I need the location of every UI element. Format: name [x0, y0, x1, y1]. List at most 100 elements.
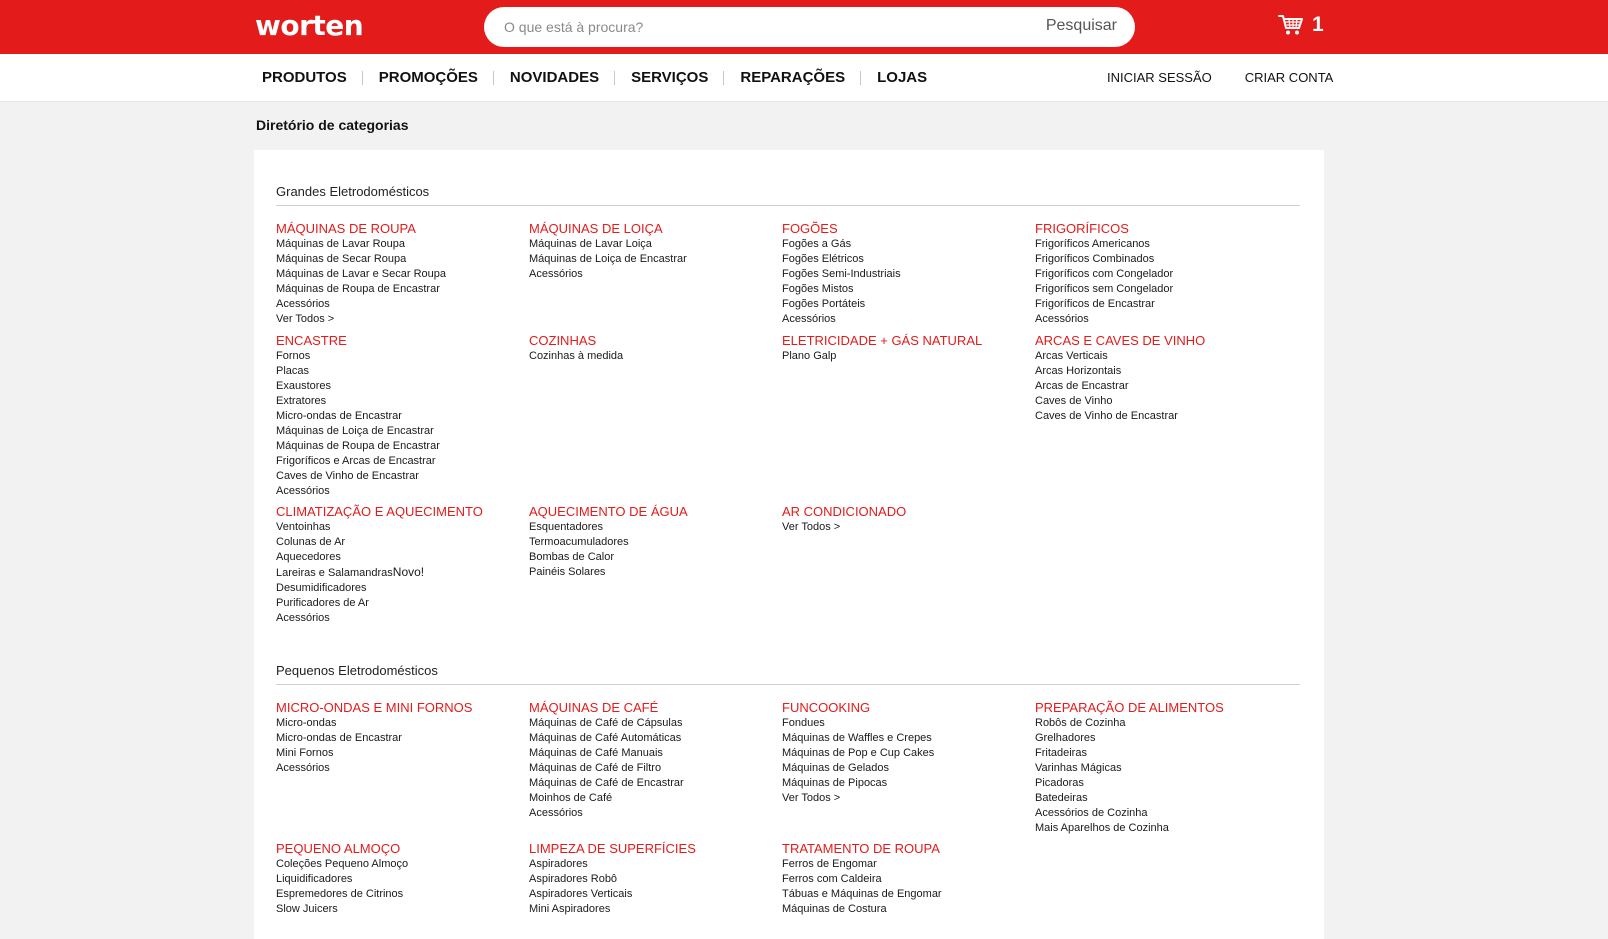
- category-link[interactable]: Máquinas de Pop e Cup Cakes: [782, 746, 1032, 761]
- category-heading-micro-ondas-e-mini-fornos[interactable]: MICRO-ONDAS E MINI FORNOS: [276, 699, 526, 716]
- category-link[interactable]: Máquinas de Café de Filtro: [529, 761, 779, 776]
- category-heading-maquinas-de-cafe[interactable]: MÁQUINAS DE CAFÉ: [529, 699, 779, 716]
- category-link[interactable]: Exaustores: [276, 379, 526, 394]
- category-link[interactable]: Máquinas de Loiça de Encastrar: [529, 252, 779, 267]
- category-link[interactable]: Máquinas de Lavar Roupa: [276, 237, 526, 252]
- category-heading-aquecimento-de-agua[interactable]: AQUECIMENTO DE ÁGUA: [529, 503, 779, 520]
- worten-logo[interactable]: worten: [255, 9, 364, 42]
- category-link[interactable]: Máquinas de Café de Cápsulas: [529, 716, 779, 731]
- category-link[interactable]: Frigoríficos Americanos: [1035, 237, 1285, 252]
- category-link[interactable]: Plano Galp: [782, 349, 1032, 364]
- category-link[interactable]: Lareiras e SalamandrasNovo!: [276, 565, 526, 581]
- category-link[interactable]: Arcas Horizontais: [1035, 364, 1285, 379]
- category-link[interactable]: Placas: [276, 364, 526, 379]
- category-heading-encastre[interactable]: ENCASTRE: [276, 332, 526, 349]
- cart-button[interactable]: 1: [1278, 12, 1338, 42]
- category-link[interactable]: Frigoríficos de Encastrar: [1035, 297, 1285, 312]
- category-link[interactable]: Caves de Vinho: [1035, 394, 1285, 409]
- category-link[interactable]: Fondues: [782, 716, 1032, 731]
- category-link[interactable]: Mini Aspiradores: [529, 902, 779, 917]
- nav-lojas[interactable]: LOJAS: [877, 69, 927, 86]
- nav-servicos[interactable]: SERVIÇOS: [631, 69, 708, 86]
- category-link[interactable]: Máquinas de Café Manuais: [529, 746, 779, 761]
- category-link[interactable]: Varinhas Mágicas: [1035, 761, 1285, 776]
- category-link[interactable]: Acessórios: [276, 484, 526, 499]
- category-link[interactable]: Micro-ondas de Encastrar: [276, 409, 526, 424]
- category-link[interactable]: Esquentadores: [529, 520, 779, 535]
- category-link[interactable]: Coleções Pequeno Almoço: [276, 857, 526, 872]
- category-link[interactable]: Máquinas de Secar Roupa: [276, 252, 526, 267]
- category-link[interactable]: Máquinas de Lavar Loiça: [529, 237, 779, 252]
- category-link[interactable]: Ver Todos >: [276, 312, 526, 327]
- category-link[interactable]: Frigoríficos e Arcas de Encastrar: [276, 454, 526, 469]
- category-link[interactable]: Aspiradores: [529, 857, 779, 872]
- category-link[interactable]: Máquinas de Café de Encastrar: [529, 776, 779, 791]
- login-link[interactable]: INICIAR SESSÃO: [1107, 70, 1212, 85]
- category-link[interactable]: Fritadeiras: [1035, 746, 1285, 761]
- category-link[interactable]: Máquinas de Pipocas: [782, 776, 1032, 791]
- category-link[interactable]: Acessórios: [1035, 312, 1285, 327]
- category-link[interactable]: Aspiradores Verticais: [529, 887, 779, 902]
- category-link[interactable]: Grelhadores: [1035, 731, 1285, 746]
- category-link[interactable]: Máquinas de Roupa de Encastrar: [276, 439, 526, 454]
- category-link[interactable]: Acessórios: [276, 761, 526, 776]
- nav-novidades[interactable]: NOVIDADES: [510, 69, 599, 86]
- category-link[interactable]: Arcas de Encastrar: [1035, 379, 1285, 394]
- category-link[interactable]: Máquinas de Gelados: [782, 761, 1032, 776]
- category-heading-funcooking[interactable]: FUNCOOKING: [782, 699, 1032, 716]
- category-link[interactable]: Espremedores de Citrinos: [276, 887, 526, 902]
- category-link[interactable]: Termoacumuladores: [529, 535, 779, 550]
- category-link[interactable]: Fogões Portáteis: [782, 297, 1032, 312]
- category-link[interactable]: Frigoríficos com Congelador: [1035, 267, 1285, 282]
- category-heading-pequeno-almoco[interactable]: PEQUENO ALMOÇO: [276, 840, 526, 857]
- category-link[interactable]: Ver Todos >: [782, 520, 1032, 535]
- category-link[interactable]: Micro-ondas de Encastrar: [276, 731, 526, 746]
- nav-reparacoes[interactable]: REPARAÇÕES: [740, 69, 845, 86]
- category-heading-climatizacao-e-aquecimento[interactable]: CLIMATIZAÇÃO E AQUECIMENTO: [276, 503, 526, 520]
- category-link[interactable]: Arcas Verticais: [1035, 349, 1285, 364]
- category-link[interactable]: Ferros de Engomar: [782, 857, 1032, 872]
- category-link[interactable]: Cozinhas à medida: [529, 349, 779, 364]
- category-link[interactable]: Liquidificadores: [276, 872, 526, 887]
- search-input[interactable]: [504, 17, 1004, 37]
- category-link[interactable]: Ventoinhas: [276, 520, 526, 535]
- category-link[interactable]: Fogões Elétricos: [782, 252, 1032, 267]
- category-link[interactable]: Aquecedores: [276, 550, 526, 565]
- category-heading-maquinas-de-roupa[interactable]: MÁQUINAS DE ROUPA: [276, 220, 526, 237]
- category-link[interactable]: Mais Aparelhos de Cozinha: [1035, 821, 1285, 836]
- category-link[interactable]: Mini Fornos: [276, 746, 526, 761]
- category-link[interactable]: Frigoríficos sem Congelador: [1035, 282, 1285, 297]
- category-link[interactable]: Colunas de Ar: [276, 535, 526, 550]
- category-link[interactable]: Acessórios de Cozinha: [1035, 806, 1285, 821]
- register-link[interactable]: CRIAR CONTA: [1245, 70, 1334, 85]
- nav-produtos[interactable]: PRODUTOS: [262, 69, 347, 86]
- category-heading-maquinas-de-loica[interactable]: MÁQUINAS DE LOIÇA: [529, 220, 779, 237]
- category-link[interactable]: Acessórios: [529, 806, 779, 821]
- category-heading-preparacao-de-alimentos[interactable]: PREPARAÇÃO DE ALIMENTOS: [1035, 699, 1285, 716]
- category-link[interactable]: Acessórios: [276, 297, 526, 312]
- category-link[interactable]: Acessórios: [782, 312, 1032, 327]
- category-heading-cozinhas[interactable]: COZINHAS: [529, 332, 779, 349]
- category-link[interactable]: Acessórios: [529, 267, 779, 282]
- category-link[interactable]: Ferros com Caldeira: [782, 872, 1032, 887]
- category-heading-ar-condicionado[interactable]: AR CONDICIONADO: [782, 503, 1032, 520]
- category-heading-fogoes[interactable]: FOGÕES: [782, 220, 1032, 237]
- category-link[interactable]: Caves de Vinho de Encastrar: [1035, 409, 1285, 424]
- category-link[interactable]: Aspiradores Robô: [529, 872, 779, 887]
- category-link[interactable]: Extratores: [276, 394, 526, 409]
- category-link[interactable]: Acessórios: [276, 611, 526, 626]
- category-link[interactable]: Máquinas de Loiça de Encastrar: [276, 424, 526, 439]
- category-link[interactable]: Máquinas de Lavar e Secar Roupa: [276, 267, 526, 282]
- category-link[interactable]: Picadoras: [1035, 776, 1285, 791]
- category-link[interactable]: Fogões Mistos: [782, 282, 1032, 297]
- category-link[interactable]: Purificadores de Ar: [276, 596, 526, 611]
- category-link[interactable]: Slow Juicers: [276, 902, 526, 917]
- category-link[interactable]: Painéis Solares: [529, 565, 779, 580]
- category-link[interactable]: Frigoríficos Combinados: [1035, 252, 1285, 267]
- category-link[interactable]: Máquinas de Costura: [782, 902, 1032, 917]
- category-link[interactable]: Moinhos de Café: [529, 791, 779, 806]
- category-link[interactable]: Caves de Vinho de Encastrar: [276, 469, 526, 484]
- category-link[interactable]: Robôs de Cozinha: [1035, 716, 1285, 731]
- category-link[interactable]: Fornos: [276, 349, 526, 364]
- category-link[interactable]: Desumidificadores: [276, 581, 526, 596]
